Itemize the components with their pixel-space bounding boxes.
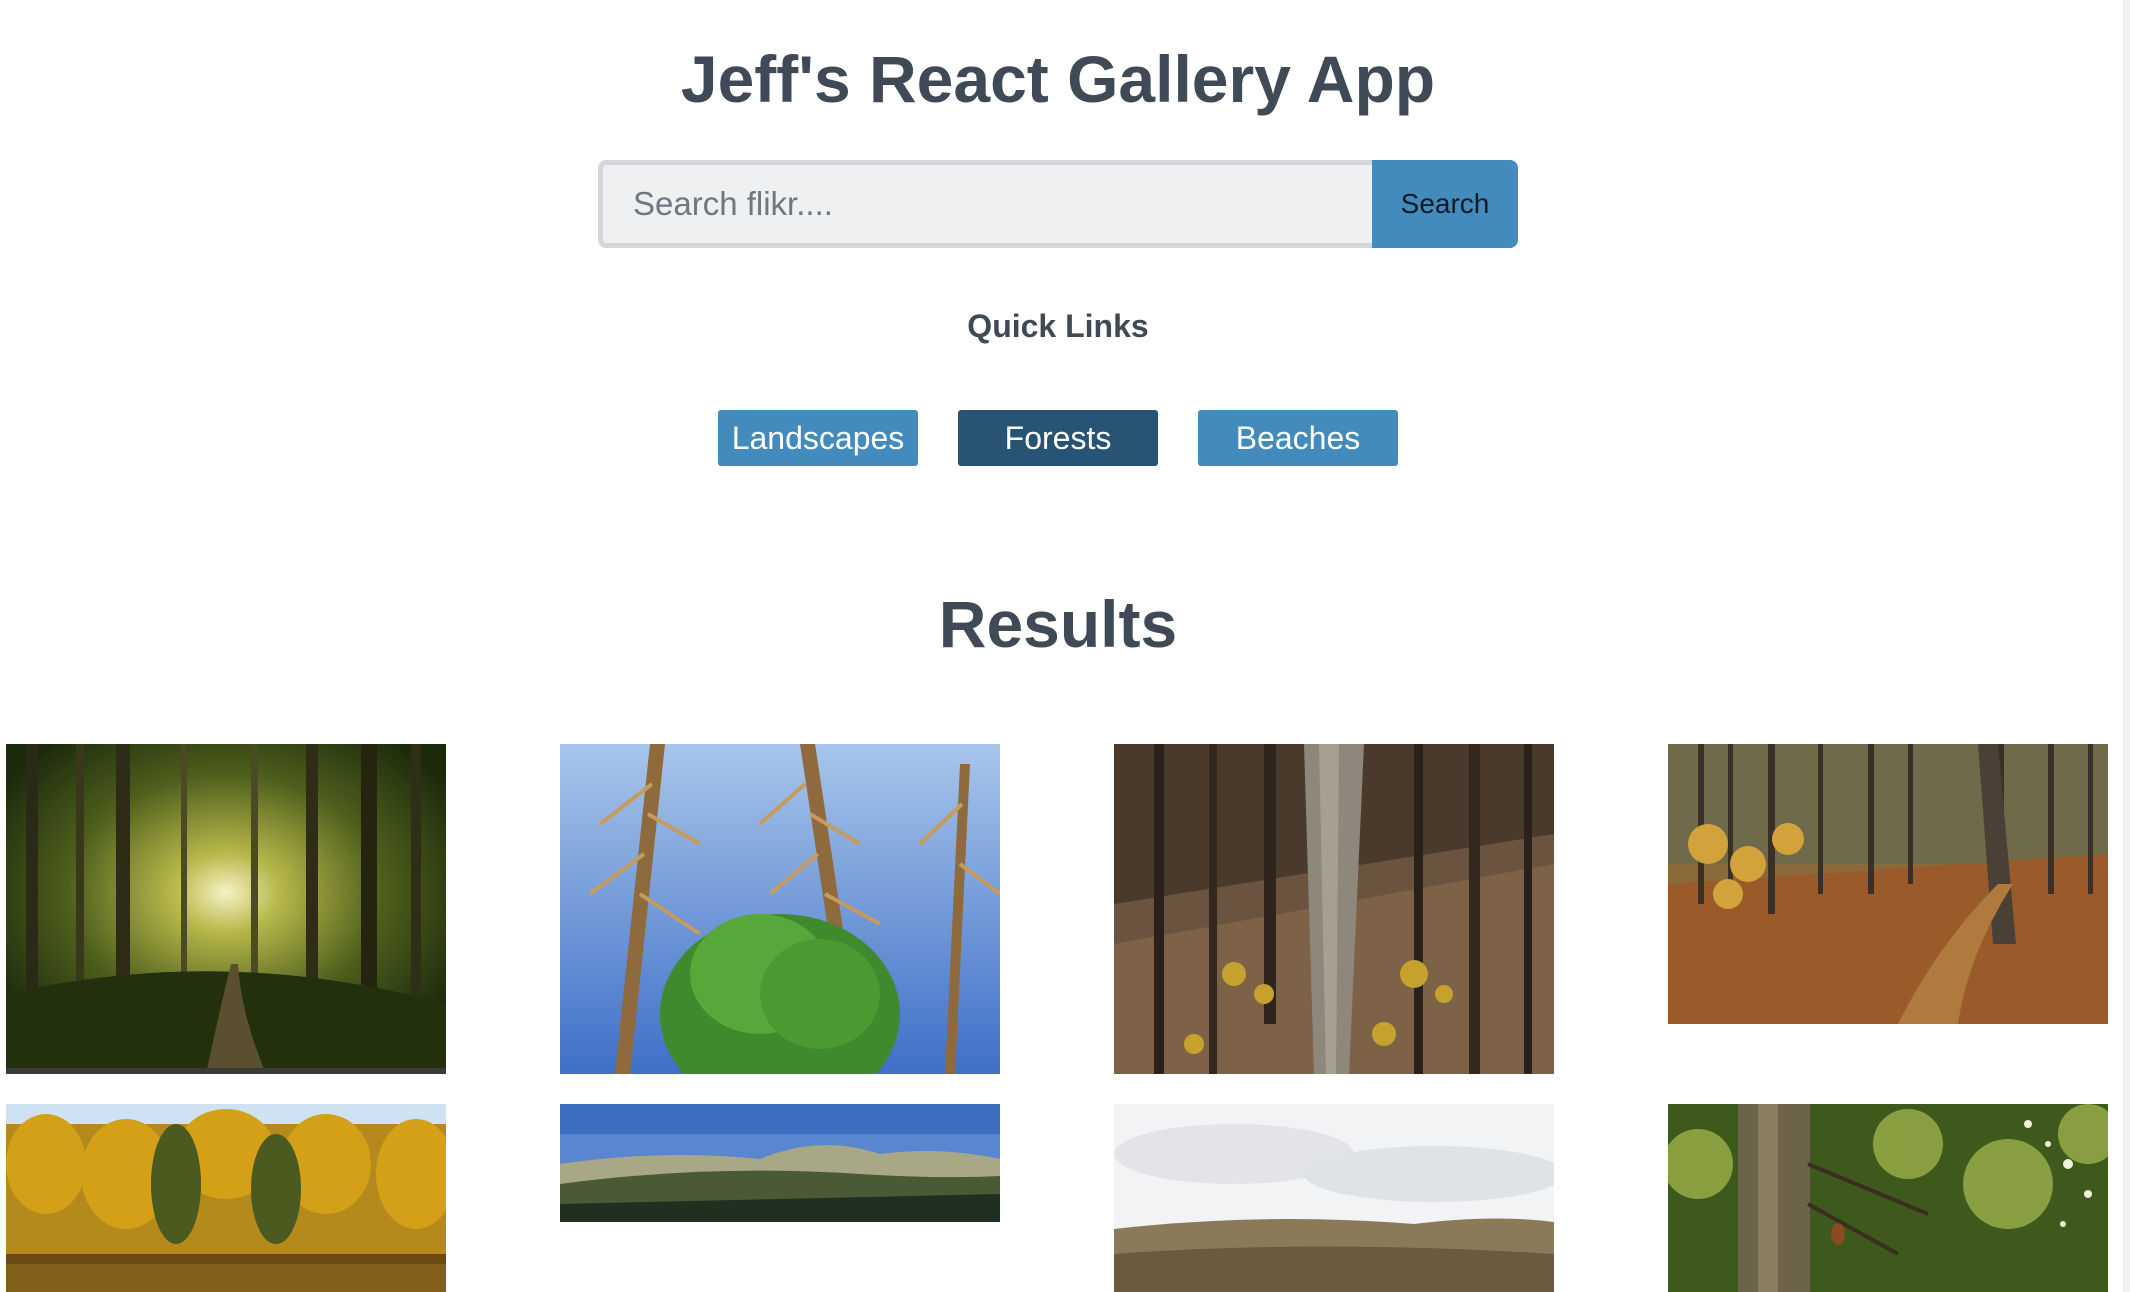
photo-autumn-leaves-image xyxy=(1668,744,2108,1024)
quick-links-nav: Landscapes Forests Beaches xyxy=(718,410,1398,466)
search-input[interactable] xyxy=(598,160,1372,248)
photo-thumbnail[interactable] xyxy=(6,1104,446,1292)
photo-thumbnail[interactable] xyxy=(1114,744,1554,1074)
quick-link-forests[interactable]: Forests xyxy=(958,410,1158,466)
photo-thumbnail[interactable] xyxy=(6,744,446,1074)
photo-thumbnail[interactable] xyxy=(560,744,1000,1074)
quick-link-beaches[interactable]: Beaches xyxy=(1198,410,1398,466)
photo-thumbnail[interactable] xyxy=(560,1104,1000,1222)
quick-link-landscapes[interactable]: Landscapes xyxy=(718,410,918,466)
search-button[interactable]: Search xyxy=(1372,160,1518,248)
results-heading: Results xyxy=(938,587,1178,661)
photo-thumbnail[interactable] xyxy=(1114,1104,1554,1292)
photo-tall-trees-image xyxy=(560,744,1000,1074)
photo-thumbnail[interactable] xyxy=(1668,744,2108,1024)
app-title: Jeff's React Gallery App xyxy=(680,42,1436,116)
photo-hillside-forest-image xyxy=(1114,744,1554,1074)
photo-forest-path-image xyxy=(6,744,446,1074)
photo-panorama-hills-image xyxy=(560,1104,1000,1222)
photo-golden-lake-forest-image xyxy=(6,1104,446,1292)
page-scrollbar[interactable] xyxy=(2123,0,2130,1292)
photo-thumbnail[interactable] xyxy=(1668,1104,2108,1292)
quick-links-heading: Quick Links xyxy=(967,308,1149,344)
search-form: Search xyxy=(598,160,1518,248)
photo-hazy-hills-image xyxy=(1114,1104,1554,1292)
photo-tree-trunk-image xyxy=(1668,1104,2108,1292)
gallery-page: Jeff's React Gallery App Search Quick Li… xyxy=(0,0,2130,1292)
